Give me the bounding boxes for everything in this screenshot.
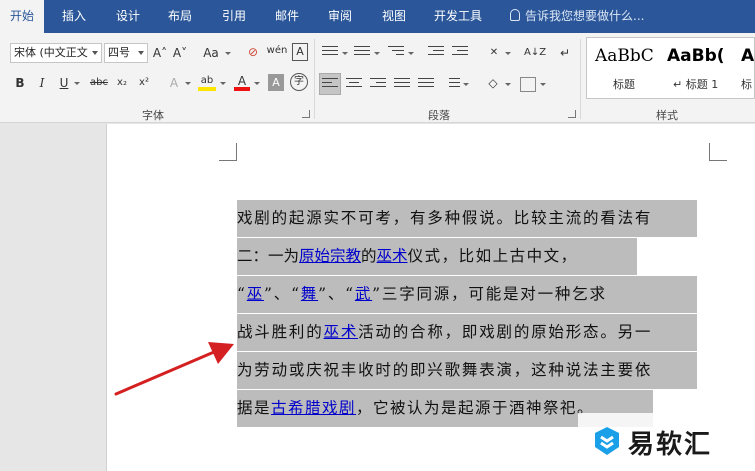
style-title[interactable]: AaBbC 标题 xyxy=(587,38,657,98)
text-run: 的 xyxy=(361,247,377,265)
tab-layout[interactable]: 布局 xyxy=(158,0,202,33)
watermark-text: 易软汇 xyxy=(628,430,713,460)
font-size-dropdown[interactable]: 四号 xyxy=(104,43,148,63)
text-run: 仪式，比如上古中文， xyxy=(407,247,578,265)
bullets-icon[interactable] xyxy=(322,46,338,60)
bold-button[interactable]: B xyxy=(12,73,28,93)
enclose-char-button[interactable]: 字 xyxy=(290,73,308,91)
font-size-value: 四号 xyxy=(108,46,130,59)
superscript-button[interactable]: x² xyxy=(136,73,152,93)
hyperlink[interactable]: 古希腊戏剧 xyxy=(271,399,356,417)
clear-format-icon[interactable]: ⊘ xyxy=(244,42,262,62)
style-title-sample: AaBbC xyxy=(595,46,654,66)
char-shading-button[interactable]: A xyxy=(268,74,284,91)
text-line: 二：一为原始宗教的巫术仪式，比如上古中文， xyxy=(237,238,637,275)
text-run: ”三字同源，可能是对一种乞求 xyxy=(372,285,607,303)
annotation-arrow-icon xyxy=(114,342,234,396)
text-run: ”、“ xyxy=(318,285,355,303)
change-case-button[interactable]: Aa xyxy=(200,43,222,63)
shrink-font-button[interactable]: A˅ xyxy=(172,43,188,63)
tell-me-box[interactable]: 告诉我您想要做什么... xyxy=(510,0,644,33)
text-line: 戏剧的起源实不可考，有多种假说。比较主流的看法有 xyxy=(237,200,697,237)
show-marks-button[interactable]: ↵ xyxy=(558,43,572,63)
style-title-name: 标题 xyxy=(613,78,635,91)
sort-button[interactable]: A↓Z xyxy=(524,43,546,63)
decrease-indent-icon[interactable] xyxy=(428,46,444,60)
borders-icon[interactable] xyxy=(520,77,536,92)
italic-button[interactable]: I xyxy=(34,73,50,93)
text-run: 为劳动或庆祝丰收时的即兴歌舞表演，这种说法主要依 xyxy=(237,361,653,379)
highlight-button[interactable]: ab xyxy=(198,71,216,91)
ribbon-home: 宋体 (中文正文 四号 A˄ A˅ Aa ⊘ wén A B I U abc x… xyxy=(0,33,755,123)
style-heading1-name: ↵ 标题 1 xyxy=(673,78,719,91)
text-run: ”、“ xyxy=(264,285,301,303)
lightbulb-icon xyxy=(510,9,520,21)
distributed-icon[interactable] xyxy=(418,78,434,92)
document-margin-area xyxy=(0,124,106,471)
multilevel-list-icon[interactable] xyxy=(388,46,404,60)
hyperlink[interactable]: 舞 xyxy=(301,285,318,303)
tab-developer[interactable]: 开发工具 xyxy=(425,0,491,33)
text-run: “ xyxy=(237,285,247,303)
tab-references[interactable]: 引用 xyxy=(212,0,256,33)
justify-icon[interactable] xyxy=(394,78,410,92)
line-spacing-icon[interactable] xyxy=(444,78,460,92)
style-heading1-sample: AaBb( xyxy=(667,46,725,66)
align-left-icon xyxy=(322,78,338,92)
paragraph-dialog-launcher-icon[interactable] xyxy=(568,110,576,118)
style-heading2-sample: A xyxy=(741,46,755,66)
watermark-logo-icon xyxy=(595,427,619,455)
text-line: 为劳动或庆祝丰收时的即兴歌舞表演，这种说法主要依 xyxy=(237,352,697,389)
text-run: 战斗胜利的 xyxy=(237,323,324,341)
watermark: 易软汇 xyxy=(578,413,755,471)
text-run: 活动的合称，即戏剧的原始形态。另一 xyxy=(358,323,653,341)
ribbon-tab-bar: 开始 插入 设计 布局 引用 邮件 审阅 视图 开发工具 告诉我您想要做什么..… xyxy=(0,0,755,33)
numbering-icon[interactable] xyxy=(354,46,370,60)
increase-indent-icon[interactable] xyxy=(452,46,468,60)
style-heading2-name: 标 xyxy=(741,78,752,91)
styles-group-label: 样式 xyxy=(656,109,678,122)
hyperlink[interactable]: 巫术 xyxy=(324,323,359,341)
hyperlink[interactable]: 巫术 xyxy=(377,247,408,265)
styles-gallery[interactable]: AaBbC 标题 AaBb( ↵ 标题 1 A 标 xyxy=(586,37,755,99)
style-heading1[interactable]: AaBb( ↵ 标题 1 xyxy=(659,38,729,98)
hyperlink[interactable]: 武 xyxy=(355,285,372,303)
phonetic-guide-button[interactable]: wén xyxy=(266,41,288,61)
underline-button[interactable]: U xyxy=(56,73,72,93)
text-line: “巫”、“舞”、“武”三字同源，可能是对一种乞求 xyxy=(237,276,697,313)
style-heading2[interactable]: A 标 xyxy=(733,38,755,98)
font-color-button[interactable]: A xyxy=(234,71,250,91)
asian-layout-icon[interactable]: ✕ xyxy=(486,43,502,63)
text-run: 戏剧的起源实不可考，有多种假说。比较主流的看法有 xyxy=(237,209,653,227)
hyperlink[interactable]: 巫 xyxy=(247,285,264,303)
align-right-icon[interactable] xyxy=(370,78,386,92)
font-group-label: 字体 xyxy=(142,109,164,122)
paragraph-group-label: 段落 xyxy=(428,109,450,122)
hyperlink[interactable]: 原始宗教 xyxy=(299,247,361,265)
grow-font-button[interactable]: A˄ xyxy=(152,43,168,63)
shading-icon[interactable]: ◇ xyxy=(484,73,502,93)
tell-me-text: 告诉我您想要做什么... xyxy=(525,9,645,23)
char-border-button[interactable]: A xyxy=(292,43,308,61)
tab-mailings[interactable]: 邮件 xyxy=(265,0,309,33)
text-effect-button[interactable]: A xyxy=(166,73,182,93)
font-dialog-launcher-icon[interactable] xyxy=(302,110,310,118)
subscript-button[interactable]: x₂ xyxy=(114,73,130,93)
strikethrough-button[interactable]: abc xyxy=(88,73,110,93)
font-name-dropdown[interactable]: 宋体 (中文正文 xyxy=(10,43,102,63)
tab-insert[interactable]: 插入 xyxy=(52,0,96,33)
tab-view[interactable]: 视图 xyxy=(372,0,416,33)
text-run: ，它被认为是起源于酒神祭祀。 xyxy=(356,399,595,417)
font-name-value: 宋体 (中文正文 xyxy=(14,46,88,59)
margin-corner-mark xyxy=(219,143,237,161)
text-run: 据是 xyxy=(237,399,272,417)
align-center-icon[interactable] xyxy=(346,78,362,92)
tab-review[interactable]: 审阅 xyxy=(318,0,362,33)
tab-design[interactable]: 设计 xyxy=(106,0,150,33)
tab-home[interactable]: 开始 xyxy=(0,0,44,33)
margin-corner-mark xyxy=(709,143,727,161)
text-run: 二：一为 xyxy=(237,247,300,265)
text-line: 战斗胜利的巫术活动的合称，即戏剧的原始形态。另一 xyxy=(237,314,697,351)
